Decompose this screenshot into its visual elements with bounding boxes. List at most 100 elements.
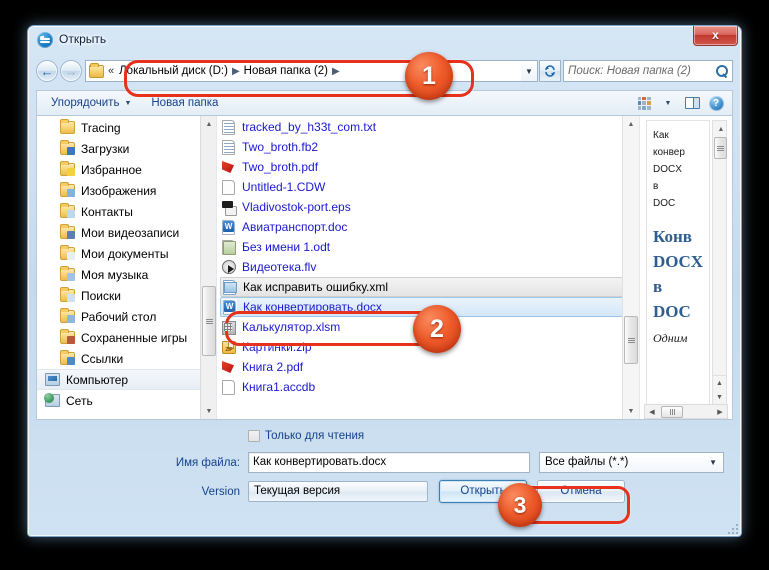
scrollbar-thumb[interactable] bbox=[624, 316, 638, 364]
sidebar-item-videos[interactable]: Мои видеозаписи bbox=[37, 222, 216, 243]
breadcrumb-separator-icon[interactable]: ▶ bbox=[331, 66, 341, 77]
file-list-item[interactable]: Как исправить ошибку.xml bbox=[220, 277, 637, 297]
sidebar-item-tracing[interactable]: Tracing bbox=[37, 117, 216, 138]
back-button[interactable]: ← bbox=[36, 60, 58, 82]
eps-file-icon bbox=[222, 199, 237, 216]
address-bar[interactable]: « Локальный диск (D:) ▶ Новая папка (2) … bbox=[85, 60, 521, 82]
sidebar-item-searches[interactable]: Поиски bbox=[37, 285, 216, 306]
scroll-up-icon[interactable]: ▲ bbox=[201, 116, 216, 132]
help-button[interactable]: ? bbox=[704, 93, 728, 114]
sidebar-item-label: Рабочий стол bbox=[81, 309, 157, 324]
organize-menu-button[interactable]: Упорядочить ▼ bbox=[41, 92, 141, 115]
view-mode-button[interactable] bbox=[632, 93, 656, 114]
search-input[interactable]: Поиск: Новая папка (2) bbox=[563, 60, 733, 82]
breadcrumb-overflow-icon[interactable]: « bbox=[107, 65, 116, 77]
sidebar-item-network[interactable]: Сеть bbox=[37, 390, 216, 411]
file-list-item[interactable]: Книга 2.pdf bbox=[217, 357, 639, 377]
view-mode-dropdown[interactable]: ▼ bbox=[656, 93, 680, 114]
preview-header-line: конвер bbox=[653, 147, 685, 158]
sidebar-item-documents[interactable]: Мои документы bbox=[37, 243, 216, 264]
sidebar-item-label: Поиски bbox=[81, 288, 121, 303]
file-list-pane: tracked_by_h33t_com.txt Two_broth.fb2 Tw… bbox=[217, 116, 640, 419]
preview-body-line: Одним bbox=[653, 331, 688, 345]
breadcrumb-item-1[interactable]: Новая папка (2) bbox=[241, 61, 331, 81]
scrollbar-thumb[interactable] bbox=[714, 137, 727, 159]
cancel-button[interactable]: Отмена bbox=[537, 480, 625, 503]
file-type-value: Все файлы (*.*) bbox=[545, 456, 629, 468]
close-button[interactable]: x bbox=[693, 26, 738, 46]
search-placeholder: Поиск: Новая папка (2) bbox=[568, 65, 691, 77]
file-list-item[interactable]: tracked_by_h33t_com.txt bbox=[217, 117, 639, 137]
file-list-item[interactable]: Two_broth.pdf bbox=[217, 157, 639, 177]
version-row: Version Текущая версия Открыть Отмена bbox=[36, 480, 733, 503]
text-file-icon bbox=[222, 119, 236, 135]
breadcrumb-separator-icon[interactable]: ▶ bbox=[231, 66, 241, 77]
preview-document: Как конвер DOCX в DOC Конв DOCX в DOC Од… bbox=[646, 120, 710, 405]
cdw-file-icon bbox=[222, 179, 236, 195]
refresh-button[interactable] bbox=[539, 60, 561, 82]
sidebar-item-desktop[interactable]: Рабочий стол bbox=[37, 306, 216, 327]
scrollbar-thumb[interactable] bbox=[202, 286, 216, 356]
grip-icon bbox=[669, 408, 675, 415]
breadcrumb-item-0[interactable]: Локальный диск (D:) bbox=[116, 61, 231, 81]
sidebar-item-favorites[interactable]: Избранное bbox=[37, 159, 216, 180]
preview-pane-button[interactable] bbox=[680, 93, 704, 114]
filename-input[interactable]: Как конвертировать.docx bbox=[248, 452, 530, 473]
sidebar-item-label: Мои документы bbox=[81, 246, 169, 261]
title-bar: Открыть x bbox=[28, 26, 741, 54]
sidebar-item-label: Загрузки bbox=[81, 141, 130, 156]
sidebar-item-links[interactable]: Ссылки bbox=[37, 348, 216, 369]
scroll-up-icon[interactable]: ▲ bbox=[623, 116, 639, 132]
next-page-icon[interactable]: ▼ bbox=[716, 394, 723, 401]
sidebar-item-computer[interactable]: Компьютер bbox=[37, 369, 216, 390]
version-select[interactable]: Текущая версия bbox=[248, 481, 428, 502]
xlsm-file-icon bbox=[222, 319, 236, 335]
previous-page-icon[interactable]: ▲ bbox=[716, 380, 723, 387]
address-dropdown-button[interactable]: ▼ bbox=[521, 60, 538, 82]
sidebar-item-label: Ссылки bbox=[81, 351, 124, 366]
file-list-item[interactable]: Авиатранспорт.doc bbox=[217, 217, 639, 237]
scroll-up-icon[interactable]: ▲ bbox=[713, 121, 729, 137]
file-list-item[interactable]: Книга1.accdb bbox=[217, 377, 639, 397]
preview-scrollbar[interactable]: ▲ ▼ bbox=[712, 120, 727, 391]
forward-button[interactable]: → bbox=[60, 60, 82, 82]
scroll-down-icon[interactable]: ▼ bbox=[623, 403, 639, 419]
folder-desktop-icon bbox=[60, 308, 75, 323]
preview-header-line: в bbox=[653, 181, 659, 192]
file-name: Видеотека.flv bbox=[242, 260, 317, 274]
accdb-file-icon bbox=[222, 379, 236, 395]
scroll-left-icon[interactable]: ◀ bbox=[645, 405, 659, 418]
file-list-item[interactable]: Two_broth.fb2 bbox=[217, 137, 639, 157]
version-label: Version bbox=[201, 485, 240, 498]
scroll-down-icon[interactable]: ▼ bbox=[201, 403, 216, 419]
file-list-item[interactable]: Без имени 1.odt bbox=[217, 237, 639, 257]
file-type-select[interactable]: Все файлы (*.*) ▼ bbox=[539, 452, 724, 473]
preview-hscrollbar[interactable]: ◀ ▶ bbox=[644, 404, 728, 419]
scrollbar-thumb[interactable] bbox=[661, 405, 683, 418]
file-name: Картинки.zip bbox=[242, 340, 312, 354]
sidebar-item-downloads[interactable]: Загрузки bbox=[37, 138, 216, 159]
read-only-checkbox[interactable] bbox=[248, 430, 260, 442]
file-list-item[interactable]: Untitled-1.CDW bbox=[217, 177, 639, 197]
annotation-badge-1: 1 bbox=[405, 52, 453, 100]
resize-grip-icon[interactable] bbox=[726, 522, 738, 534]
sidebar-item-saved-games[interactable]: Сохраненные игры bbox=[37, 327, 216, 348]
preview-title-line: в bbox=[653, 277, 663, 296]
file-name: Книга1.accdb bbox=[242, 380, 316, 394]
navigation-pane-scrollbar[interactable]: ▲ ▼ bbox=[200, 116, 216, 419]
chevron-down-icon: ▼ bbox=[525, 66, 533, 76]
file-list-item[interactable]: Видеотека.flv bbox=[217, 257, 639, 277]
sidebar-item-music[interactable]: Моя музыка bbox=[37, 264, 216, 285]
file-list-item[interactable]: Vladivostok-port.eps bbox=[217, 197, 639, 217]
file-name: Two_broth.pdf bbox=[242, 160, 319, 174]
sidebar-item-contacts[interactable]: Контакты bbox=[37, 201, 216, 222]
chevron-down-icon: ▼ bbox=[664, 99, 672, 107]
scroll-right-icon[interactable]: ▶ bbox=[713, 405, 727, 418]
file-list-scrollbar[interactable]: ▲ ▼ bbox=[622, 116, 639, 419]
video-file-icon bbox=[222, 260, 236, 274]
preview-page-nav[interactable]: ▲ ▼ bbox=[712, 375, 727, 405]
folder-searches-icon bbox=[60, 287, 75, 302]
dialog-footer: Только для чтения Имя файла: Как конверт… bbox=[36, 420, 733, 503]
sidebar-item-pictures[interactable]: Изображения bbox=[37, 180, 216, 201]
new-folder-button[interactable]: Новая папка bbox=[141, 92, 228, 115]
